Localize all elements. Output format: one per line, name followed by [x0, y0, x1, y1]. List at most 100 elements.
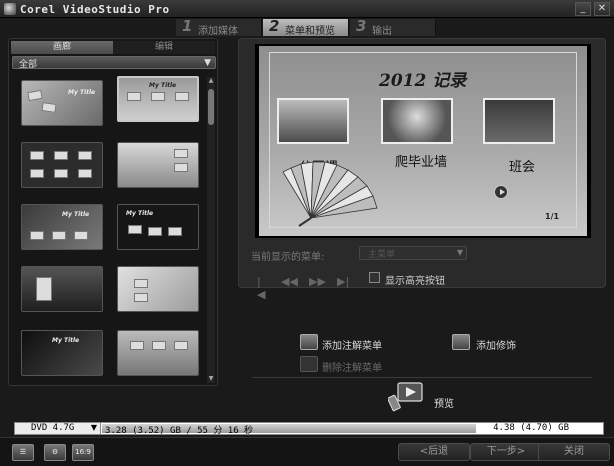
template-thumbnail[interactable]: My Title: [21, 204, 103, 250]
step-number: 2: [269, 17, 280, 35]
current-menu-label: 当前显示的菜单:: [251, 252, 325, 263]
template-thumbnail[interactable]: My Title: [21, 80, 103, 126]
thumb-clip: [127, 92, 141, 101]
project-settings-icon[interactable]: ☰: [12, 444, 34, 461]
thumb-clip: [30, 231, 44, 240]
workflow-steps: 1 添加媒体 2 菜单和预览 3 输出: [176, 17, 614, 37]
back-button[interactable]: <后退: [398, 443, 470, 461]
capacity-max-text: 4.38 (4.70) GB: [493, 423, 569, 433]
template-title-text: My Title: [62, 211, 90, 218]
close-button[interactable]: 关闭: [538, 443, 610, 461]
thumb-clip: [134, 279, 148, 288]
add-note-menu-icon[interactable]: [300, 334, 318, 350]
thumb-clip: [168, 227, 182, 236]
step-menu-preview[interactable]: 2 菜单和预览: [263, 17, 349, 37]
template-thumbnail-selected[interactable]: My Title: [117, 76, 199, 122]
thumb-clip: [130, 341, 144, 350]
thumb-clip: [174, 163, 188, 172]
menu-clip-label[interactable]: 班会: [509, 156, 535, 175]
step-add-media[interactable]: 1 添加媒体: [176, 17, 262, 37]
thumb-clip: [74, 231, 88, 240]
chevron-down-icon: ▼: [456, 248, 463, 257]
menu-clip-label[interactable]: 爬毕业墙: [395, 156, 449, 169]
template-thumbnail[interactable]: [117, 266, 199, 312]
menu-clip-thumbnail[interactable]: [381, 98, 453, 144]
template-gallery-panel: 画廊 编辑 全部 ▼ My Title My Title My Title My…: [8, 38, 218, 386]
thumb-clip: [41, 102, 57, 113]
scrollbar-thumb[interactable]: [208, 89, 214, 125]
disc-type-select[interactable]: DVD 4.7G ▼: [15, 423, 101, 434]
tab-edit[interactable]: 编辑: [113, 41, 215, 54]
thumb-clip: [174, 149, 188, 158]
thumb-clip: [78, 151, 92, 160]
delete-note-menu-button[interactable]: 删除注解菜单: [322, 359, 382, 374]
thumb-clip: [148, 227, 162, 236]
thumb-clip: [30, 169, 44, 178]
chevron-down-icon: ▼: [204, 58, 211, 68]
thumb-clip: [151, 92, 165, 101]
show-highlight-checkbox[interactable]: [369, 272, 380, 283]
thumb-clip: [134, 293, 148, 302]
aspect-ratio-button[interactable]: 16:9: [72, 444, 94, 461]
thumb-clip: [30, 151, 44, 160]
current-menu-select[interactable]: 主菜单 ▼: [359, 246, 467, 260]
next-button[interactable]: 下一步>: [470, 443, 542, 461]
template-thumbnail-grid: My Title My Title My Title My Title My T…: [17, 74, 207, 379]
template-title-text: My Title: [68, 89, 96, 96]
minimize-button[interactable]: _: [575, 2, 591, 16]
template-thumbnail[interactable]: My Title: [117, 204, 199, 250]
scroll-down-icon[interactable]: ▼: [207, 375, 215, 383]
menu-preview-panel: 2012 记录 公开课 爬毕业墙 班会: [238, 38, 606, 301]
thumb-clip: [27, 89, 43, 102]
show-highlight-label: 显示高亮按钮: [385, 276, 445, 287]
step-label: 添加媒体: [198, 26, 238, 37]
filter-value: 全部: [19, 60, 38, 70]
current-menu-value: 主菜单: [368, 250, 396, 260]
bottom-bar: ☰ ⚙ 16:9 <后退 下一步> 关闭: [0, 437, 614, 466]
add-note-menu-button[interactable]: 添加注解菜单: [322, 337, 382, 352]
template-title-text: My Title: [52, 337, 80, 344]
menu-clip-thumbnail[interactable]: [277, 98, 349, 144]
step-label: 菜单和预览: [285, 26, 335, 37]
template-thumbnail[interactable]: [21, 142, 103, 188]
menu-title: 2012 记录: [379, 71, 467, 91]
play-icon[interactable]: [494, 185, 508, 199]
thumb-clip: [54, 169, 68, 178]
menu-background: 2012 记录 公开课 爬毕业墙 班会: [259, 46, 587, 236]
chevron-down-icon: ▼: [90, 423, 97, 432]
step-number: 1: [182, 17, 193, 35]
disc-type-value: DVD 4.7G: [31, 423, 75, 433]
gear-icon[interactable]: ⚙: [44, 444, 66, 461]
template-filter-dropdown[interactable]: 全部 ▼: [12, 56, 216, 70]
template-thumbnail[interactable]: My Title: [21, 330, 103, 376]
preview-button[interactable]: 预览: [434, 395, 454, 410]
fast-forward-icon[interactable]: ▶▶: [309, 275, 326, 288]
gallery-scrollbar[interactable]: ▲ ▼: [207, 77, 215, 383]
thumb-clip: [36, 277, 52, 301]
step-number: 3: [356, 17, 367, 35]
preview-icon[interactable]: [388, 382, 424, 412]
scroll-up-icon[interactable]: ▲: [207, 77, 215, 85]
thumb-clip: [128, 225, 142, 234]
menu-preview-screen: 2012 记录 公开课 爬毕业墙 班会: [255, 44, 591, 238]
add-decoration-icon[interactable]: [452, 334, 470, 350]
thumb-clip: [152, 341, 166, 350]
template-thumbnail[interactable]: [117, 142, 199, 188]
template-thumbnail[interactable]: [117, 330, 199, 376]
skip-end-icon[interactable]: ▶|: [337, 275, 349, 288]
fan-decoration-icon: [282, 161, 378, 227]
gallery-tabs: 画廊 编辑: [11, 41, 215, 54]
thumb-clip: [52, 231, 66, 240]
template-title-text: My Title: [126, 210, 154, 217]
add-decoration-button[interactable]: 添加修饰: [476, 337, 516, 352]
rewind-icon[interactable]: ◀◀: [281, 275, 298, 288]
template-title-text: My Title: [149, 82, 177, 89]
delete-note-menu-icon: [300, 356, 318, 372]
menu-page-number: 1/1: [545, 212, 560, 221]
menu-clip-thumbnail[interactable]: [483, 98, 555, 144]
tab-gallery[interactable]: 画廊: [11, 41, 113, 54]
thumb-clip: [78, 169, 92, 178]
step-output[interactable]: 3 输出: [350, 17, 436, 37]
close-window-button[interactable]: ✕: [594, 2, 610, 16]
template-thumbnail[interactable]: [21, 266, 103, 312]
